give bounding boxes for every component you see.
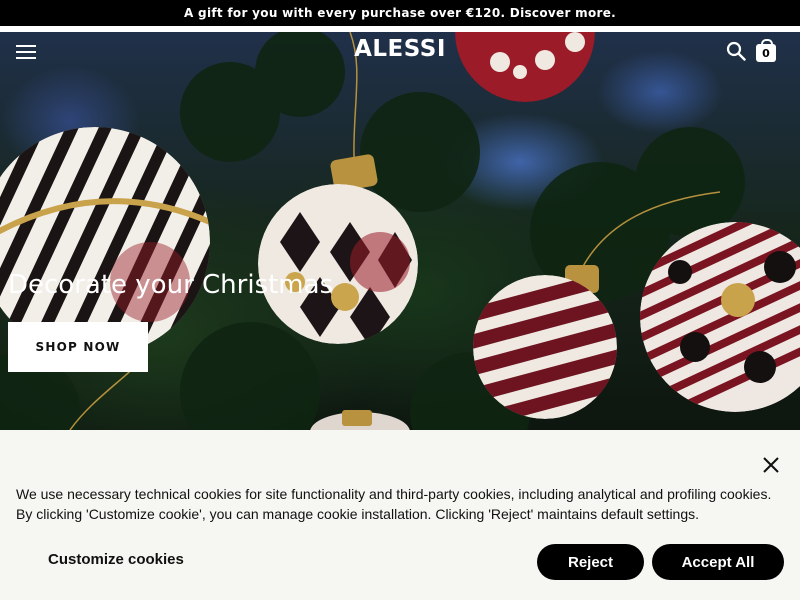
shopping-bag-icon[interactable]: 0: [755, 39, 777, 63]
shop-now-button[interactable]: SHOP NOW: [8, 322, 148, 372]
search-icon[interactable]: [726, 41, 746, 61]
brand-logo[interactable]: ALESSI: [0, 36, 800, 62]
cart-count: 0: [756, 44, 776, 62]
promo-bar[interactable]: A gift for you with every purchase over …: [0, 0, 800, 26]
reject-button[interactable]: Reject: [537, 544, 644, 580]
hero-title: Decorate your Christmas: [8, 270, 334, 300]
close-icon[interactable]: [760, 454, 782, 476]
customize-cookies-button[interactable]: Customize cookies: [48, 544, 184, 574]
accept-all-button[interactable]: Accept All: [652, 544, 784, 580]
cookie-message: We use necessary technical cookies for s…: [16, 486, 772, 522]
cookie-banner: We use necessary technical cookies for s…: [0, 430, 800, 600]
promo-text[interactable]: A gift for you with every purchase over …: [184, 6, 616, 20]
hamburger-menu-icon[interactable]: [16, 44, 36, 60]
site-header: ALESSI 0: [0, 32, 800, 72]
